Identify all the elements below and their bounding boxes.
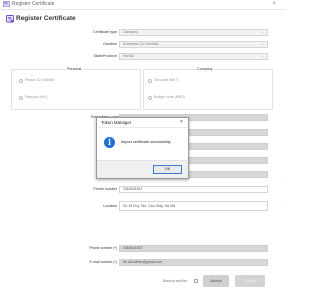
chevron-down-icon: ⌄ <box>261 30 264 34</box>
duration-label: Duration <box>103 42 117 46</box>
personal-group: Personal Person ID (CMND) Passport (HC) <box>11 67 141 110</box>
state-province-value: Hà Nội <box>123 54 134 58</box>
ok-button[interactable]: OK <box>153 165 182 174</box>
certificate-type-value: Company <box>123 30 138 34</box>
phone-number-label: Phone number <box>93 187 117 191</box>
location-input[interactable]: Số 15 Duy Tân, Cầu Giấy, Hà Nội <box>119 201 268 211</box>
window-title: Register Certificate <box>12 1 55 7</box>
tax-code-radio[interactable] <box>148 79 152 83</box>
page-title: Register Certificate <box>16 15 76 22</box>
chevron-down-icon: ⌄ <box>261 54 264 58</box>
dialog-message: Import certificate successfully <box>121 140 171 144</box>
passport-radio[interactable] <box>19 96 23 100</box>
certificate-icon <box>3 1 10 7</box>
cancel-button[interactable]: Cancel <box>235 275 265 287</box>
info-icon: i <box>104 137 115 148</box>
dialog-footer: OK <box>97 160 188 178</box>
register-certificate-window: Register Certificate × Register Certific… <box>0 0 286 300</box>
dialog-body: i Import certificate successfully <box>97 128 188 159</box>
passport-label: Passport (HC) <box>25 95 48 99</box>
person-id-radio[interactable] <box>19 79 23 83</box>
personal-group-label: Personal <box>66 67 83 72</box>
state-province-select[interactable]: Hà Nội ⌄ <box>119 53 268 60</box>
phone-number-input[interactable]: 0364641847 <box>119 186 268 193</box>
window-close-icon[interactable]: × <box>272 0 276 9</box>
email-contact-input[interactable]: tth.ddt.tdtntn@gmail.com <box>119 259 268 266</box>
scroll-indicator-icon: › <box>280 176 282 181</box>
phone-number-value: 0364641847 <box>123 187 143 191</box>
location-label: Location <box>103 204 117 208</box>
dialog-title: Token Manager <box>101 120 132 125</box>
phone-contact-value: 0364641847 <box>123 246 143 250</box>
tax-code-label: Tax code (MST) <box>154 78 179 82</box>
chevron-down-icon: ⌄ <box>261 42 264 46</box>
person-id-label: Person ID (CMND) <box>25 78 55 82</box>
phone-contact-label: Phone contact (*) <box>89 246 117 250</box>
dialog-titlebar: Token Manager × <box>97 118 188 128</box>
duration-select[interactable]: Enterprise (12 months) ⌄ <box>119 41 268 48</box>
certificate-type-label: Certificate type <box>93 30 117 34</box>
accept-button[interactable]: Accept <box>203 275 229 287</box>
backup-key-checkbox[interactable] <box>194 279 198 283</box>
email-contact-value: tth.ddt.tdtntn@gmail.com <box>123 260 162 264</box>
window-titlebar: Register Certificate × <box>0 0 286 10</box>
budget-code-label: Budget code (MNS) <box>154 95 185 99</box>
certificate-type-select[interactable]: Company ⌄ <box>119 29 268 36</box>
duration-value: Enterprise (12 months) <box>123 42 159 46</box>
state-province-label: State/Province <box>93 54 117 58</box>
certificate-icon <box>6 15 14 23</box>
token-manager-dialog: Token Manager × i Import certificate suc… <box>96 117 189 179</box>
dialog-close-icon[interactable]: × <box>180 118 183 127</box>
location-value: Số 15 Duy Tân, Cầu Giấy, Hà Nội <box>123 204 176 208</box>
email-contact-label: E-mail contact (*) <box>89 260 117 264</box>
company-group: Company Tax code (MST) Budget code (MNS) <box>143 67 273 110</box>
company-group-label: Company <box>196 67 214 72</box>
backup-key-label: Backup key/fier <box>163 279 187 283</box>
phone-contact-input[interactable]: 0364641847 <box>119 245 268 252</box>
scroll-indicator-icon: › <box>280 203 282 208</box>
budget-code-radio[interactable] <box>148 96 152 100</box>
